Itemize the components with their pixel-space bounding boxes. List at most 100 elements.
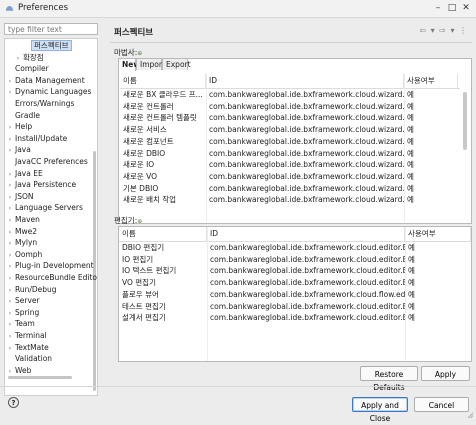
cancel-button[interactable]: Cancel (414, 397, 469, 412)
table-cell: 예 (407, 171, 414, 181)
apply-and-close-button[interactable]: Apply and Close (352, 397, 408, 423)
column-header[interactable]: 사용여부 (405, 227, 471, 241)
tree-item[interactable]: › ResourceBundle Editor (5, 272, 97, 284)
chevron-right-icon[interactable]: › (5, 215, 15, 226)
tree-item[interactable]: › Web (5, 365, 32, 376)
chevron-right-icon[interactable]: › (5, 331, 15, 342)
table-row[interactable]: 새로운 컨트롤러 템플릿 com.bankwareglobal.ide.bxfra… (120, 112, 460, 124)
chevron-right-icon[interactable]: › (5, 76, 15, 87)
chevron-right-icon[interactable]: › (5, 169, 15, 180)
table-row[interactable]: DBIO 편집기 com.bankwareglobal.ide.bxframewo… (119, 242, 471, 254)
restore-defaults-button[interactable]: Restore Defaults (360, 366, 418, 392)
table-row[interactable]: 설계서 편집기 com.bankwareglobal.ide.bxframewor… (119, 312, 471, 324)
chevron-right-icon[interactable]: › (5, 203, 15, 214)
chevron-right-icon[interactable]: › (5, 308, 15, 319)
table-cell: com.bankwareglobal.ide.bxframework.cloud… (209, 125, 404, 135)
editor-table[interactable]: 이름 ID 사용여부 DBIO 편집기 com.bankwareglobal.ide.b… (118, 226, 472, 362)
table-row[interactable]: 새로운 BX 클라우드 프... com.bankwareglobal.ide.b… (120, 89, 460, 101)
chevron-right-icon[interactable]: › (5, 227, 15, 238)
chevron-right-icon[interactable]: › (5, 192, 15, 203)
tree-item[interactable]: › Spring (5, 307, 39, 318)
tree-item[interactable]: Errors/Warnings (5, 98, 74, 109)
tab-new[interactable]: New (118, 58, 140, 71)
filter-input[interactable] (4, 23, 98, 35)
tree-horizontal-scrollbar[interactable] (8, 376, 72, 379)
tree-item[interactable]: › JSON (5, 191, 34, 202)
tree-item-label: Dynamic Languages (15, 87, 92, 97)
tree-item[interactable]: › TextMate (5, 342, 49, 353)
tree-item[interactable]: › Data Management (5, 75, 85, 86)
tree-item[interactable]: › Java Persistence (5, 179, 76, 190)
tree-item[interactable]: › Team (5, 318, 35, 329)
tree-item[interactable]: › Help (5, 121, 32, 132)
maximize-button[interactable]: □ (446, 2, 458, 14)
tree-item[interactable]: › Terminal (5, 330, 47, 341)
wizard-table-scrollbar[interactable] (463, 92, 467, 150)
chevron-right-icon[interactable]: › (5, 238, 15, 249)
tree-item[interactable]: › Dynamic Languages (5, 86, 92, 98)
table-row[interactable]: 새로운 컨트롤러 com.bankwareglobal.ide.bxframewo… (120, 101, 460, 113)
tree-item[interactable]: 퍼스펙티브 (21, 40, 72, 51)
chevron-right-icon[interactable]: › (5, 285, 15, 296)
tab-import[interactable]: Import (136, 58, 165, 70)
minimize-button[interactable]: – (432, 2, 444, 14)
apply-button[interactable]: Apply (421, 366, 470, 381)
table-row[interactable]: IO 텍스트 편집기 com.bankwareglobal.ide.bxframe… (119, 265, 471, 277)
tree-item[interactable]: › Plug-in Development (5, 260, 94, 271)
table-row[interactable]: 테스트 편집기 com.bankwareglobal.ide.bxframewor… (119, 301, 471, 313)
chevron-right-icon[interactable]: › (5, 122, 15, 133)
tree-item[interactable]: JavaCC Preferences (5, 156, 88, 167)
table-row[interactable]: 새로운 배치 작업 com.bankwareglobal.ide.bxframew… (120, 194, 460, 206)
tree-item[interactable]: › Java EE (5, 168, 43, 179)
resize-grip-icon[interactable] (467, 412, 474, 419)
tree-item[interactable]: › Oomph (5, 249, 43, 261)
chevron-right-icon[interactable]: › (13, 53, 23, 64)
table-cell: 새로운 컴포넌트 (123, 136, 174, 146)
tree-item[interactable]: › Java (5, 144, 31, 155)
tree-item[interactable]: › Mylyn (5, 237, 37, 248)
tree-item[interactable]: › Run/Debug (5, 284, 57, 295)
preferences-tree[interactable]: 퍼스펙티브 › 확장점 Compiler › Data Management › Dynami… (4, 38, 98, 396)
table-row[interactable]: 플로우 뷰어 com.bankwareglobal.ide.bxframework… (119, 289, 471, 301)
chevron-right-icon[interactable]: › (5, 134, 15, 145)
column-header[interactable]: ID (206, 74, 404, 88)
chevron-right-icon[interactable]: › (5, 319, 15, 330)
chevron-right-icon[interactable]: › (5, 145, 15, 156)
chevron-right-icon[interactable]: › (5, 250, 15, 261)
table-row[interactable]: IO 편집기 com.bankwareglobal.ide.bxframework… (119, 254, 471, 266)
table-row[interactable]: 기본 DBIO com.bankwareglobal.ide.bxframewor… (120, 183, 460, 195)
table-cell: 플로우 뷰어 (122, 289, 159, 299)
wizard-table[interactable]: 이름 ID 사용여부 새로운 BX 클라우드 프... com.bankwareglob… (120, 74, 460, 222)
table-row[interactable]: 새로운 IO com.bankwareglobal.ide.bxframework… (120, 159, 460, 171)
column-header[interactable]: ID (207, 227, 405, 241)
column-header[interactable]: 이름 (120, 74, 206, 88)
table-row[interactable]: 새로운 컴포넌트 com.bankwareglobal.ide.bxframewo… (120, 136, 460, 148)
chevron-right-icon[interactable]: › (5, 296, 15, 307)
tree-item-label: Help (15, 122, 33, 132)
chevron-right-icon[interactable]: › (5, 261, 15, 272)
page-navigation-icons[interactable]: ⇦ ▾ ⇨ ▾ ⋮ (419, 26, 468, 35)
tree-item[interactable]: › Install/Update (5, 133, 67, 144)
table-row[interactable]: 새로운 서비스 com.bankwareglobal.ide.bxframewor… (120, 124, 460, 136)
column-header[interactable]: 사용여부 (404, 74, 458, 88)
tree-item[interactable]: Validation (5, 353, 52, 364)
tab-export[interactable]: Export (162, 58, 191, 70)
table-row[interactable]: 새로운 DBIO com.bankwareglobal.ide.bxframewo… (120, 148, 460, 160)
tree-item[interactable]: Gradle (5, 110, 40, 121)
tree-item[interactable]: › Server (5, 295, 40, 306)
chevron-right-icon[interactable]: › (5, 87, 15, 98)
tree-item[interactable]: Compiler (5, 63, 49, 74)
chevron-right-icon[interactable]: › (5, 180, 15, 191)
tree-item[interactable]: › 확장점 (13, 52, 44, 63)
table-cell: IO 편집기 (122, 254, 154, 264)
help-icon[interactable]: ? (8, 397, 19, 408)
chevron-right-icon[interactable]: › (5, 343, 15, 354)
column-header[interactable]: 이름 (119, 227, 207, 241)
table-row[interactable]: 새로운 VO com.bankwareglobal.ide.bxframework… (120, 171, 460, 183)
tree-item[interactable]: › Language Servers (5, 202, 83, 213)
tree-item[interactable]: › Maven (5, 214, 40, 225)
table-row[interactable]: VO 편집기 com.bankwareglobal.ide.bxframework… (119, 277, 471, 289)
close-button[interactable]: ✕ (460, 2, 472, 14)
chevron-right-icon[interactable]: › (5, 273, 15, 284)
tree-item[interactable]: › Mwe2 (5, 226, 37, 237)
